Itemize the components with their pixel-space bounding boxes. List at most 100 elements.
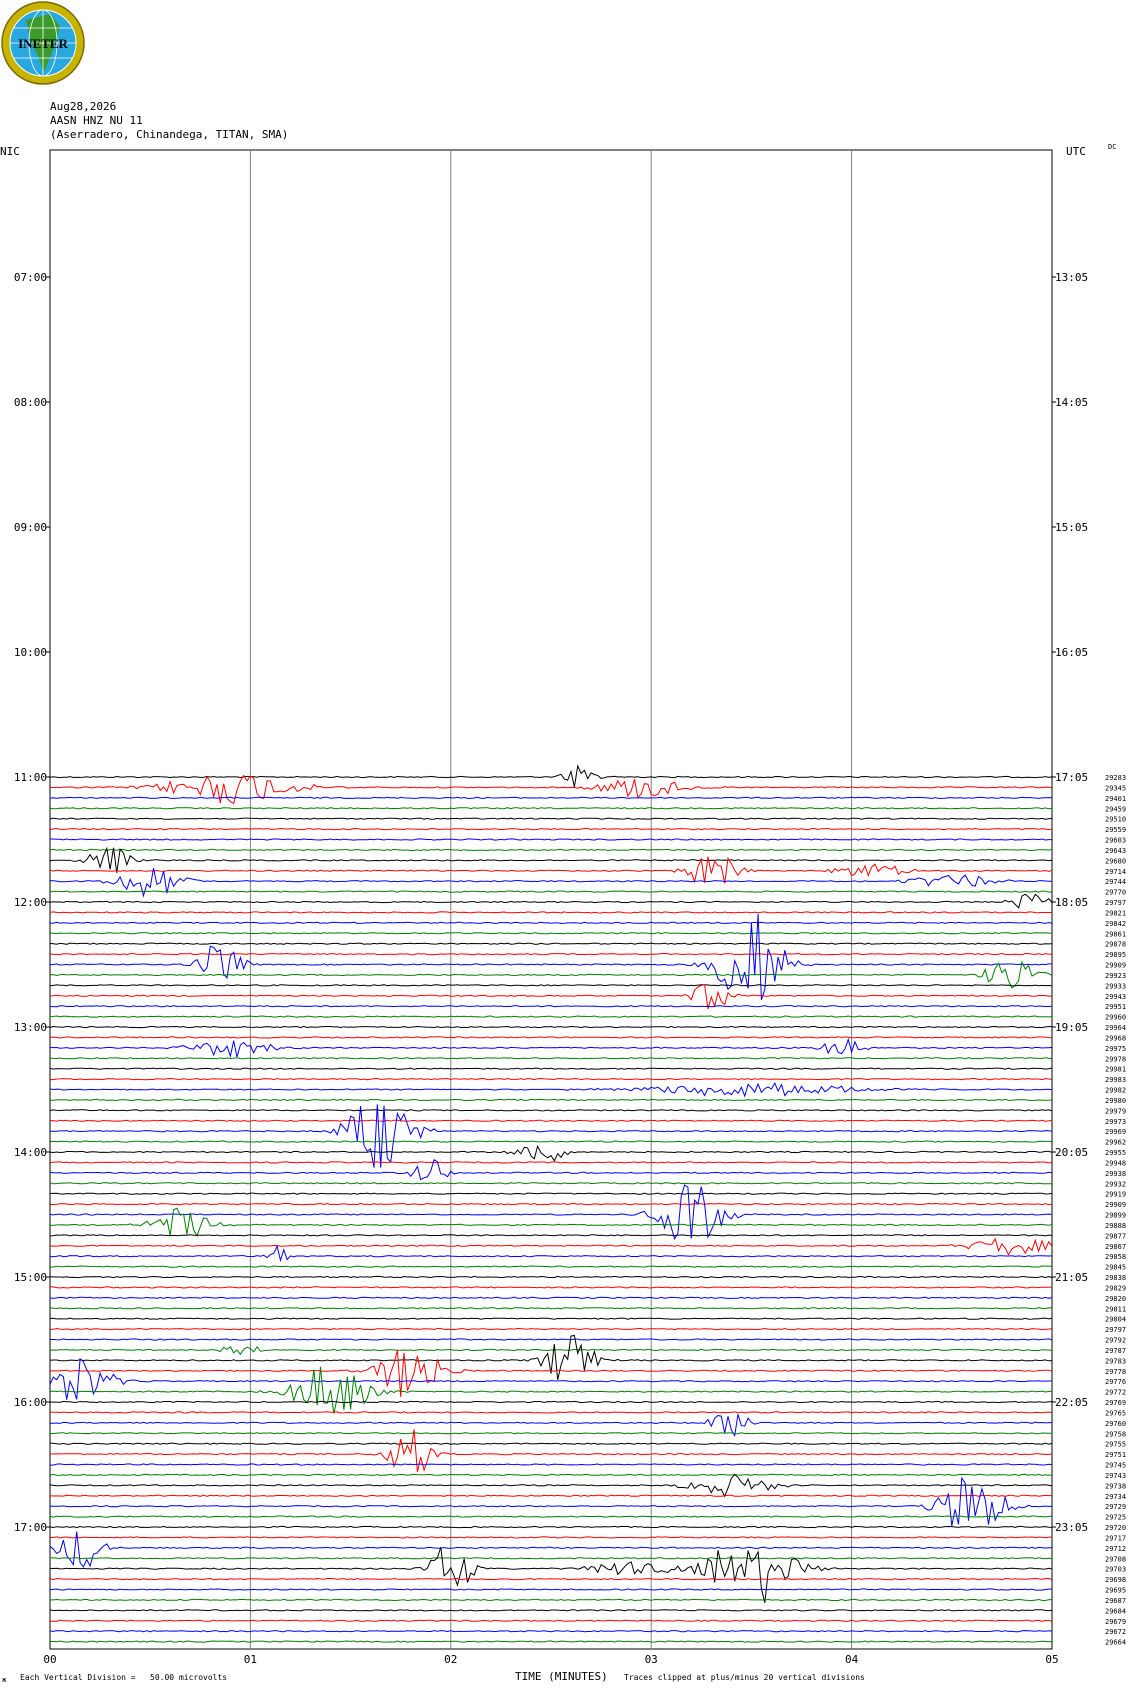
trace-count-label: 29695 (1105, 1587, 1126, 1595)
seismic-trace (49, 1207, 1053, 1237)
grid-layer (49, 149, 1053, 1650)
trace-count-label: 29776 (1105, 1378, 1126, 1386)
seismic-trace (50, 1338, 1053, 1341)
seismic-trace (49, 1067, 1053, 1070)
trace-count-label: 29981 (1105, 1066, 1126, 1074)
utc-hour-label: 16:05 (1055, 646, 1088, 659)
seismic-trace (49, 774, 1053, 805)
seismic-trace (49, 1098, 1053, 1102)
trace-count-label: 29714 (1105, 868, 1126, 876)
trace-count-label: 29772 (1105, 1389, 1126, 1397)
seismic-trace (49, 1546, 1053, 1604)
seismic-trace (50, 1005, 1053, 1008)
trace-count-label: 29899 (1105, 1212, 1126, 1220)
seismic-trace (49, 1036, 1053, 1039)
utc-hour-label: 14:05 (1055, 396, 1088, 409)
nic-hour-label: 10:00 (14, 646, 47, 659)
seismic-trace (49, 764, 1053, 788)
seismic-trace (49, 1536, 1053, 1539)
trace-count-label: 29643 (1105, 847, 1126, 855)
trace-count-label: 29969 (1105, 1128, 1126, 1136)
trace-count-label: 29975 (1105, 1045, 1126, 1053)
trace-count-label: 29559 (1105, 826, 1126, 834)
trace-count-label: 29283 (1105, 774, 1126, 782)
trace-count-label: 29603 (1105, 837, 1126, 845)
seismic-trace (49, 848, 1053, 852)
trace-count-label: 29703 (1105, 1566, 1126, 1574)
x-tick-label: 01 (244, 1653, 257, 1666)
trace-count-label: 29962 (1105, 1139, 1126, 1147)
seismic-trace (49, 911, 1053, 914)
trace-count-label: 29755 (1105, 1441, 1126, 1449)
trace-count-label: 29943 (1105, 993, 1126, 1001)
seismic-trace (49, 1429, 1053, 1473)
utc-hour-label: 18:05 (1055, 896, 1088, 909)
nic-hour-label: 11:00 (14, 771, 47, 784)
seismic-trace (49, 1296, 1053, 1299)
trace-count-label: 29765 (1105, 1409, 1126, 1417)
trace-count-label: 29932 (1105, 1180, 1126, 1188)
nic-hour-label: 07:00 (14, 271, 47, 284)
seismic-trace (49, 1494, 1052, 1497)
seismic-trace (49, 1182, 1053, 1185)
seismic-trace (49, 1588, 1053, 1591)
seismic-trace (49, 807, 1053, 810)
trace-count-label: 29909 (1105, 962, 1126, 970)
trace-count-label: 29783 (1105, 1357, 1126, 1365)
corner-mark: ж (2, 1676, 7, 1684)
seismic-trace (49, 1411, 1053, 1414)
nic-hour-label: 12:00 (14, 896, 47, 909)
seismic-trace (49, 1577, 1053, 1581)
trace-count-label: 29770 (1105, 889, 1126, 897)
trace-count-label: 29769 (1105, 1399, 1126, 1407)
trace-count-label: 29858 (1105, 1253, 1126, 1261)
seismic-trace (49, 1640, 1052, 1643)
seismic-trace (49, 913, 1052, 1001)
trace-count-label: 29951 (1105, 1003, 1126, 1011)
trace-count-label: 29698 (1105, 1576, 1126, 1584)
trace-count-label: 29792 (1105, 1337, 1126, 1345)
x-axis-label: TIME (MINUTES) (515, 1670, 608, 1683)
seismic-trace (50, 1077, 1053, 1081)
trace-count-label: 29877 (1105, 1232, 1126, 1240)
trace-count-label: 29955 (1105, 1149, 1126, 1157)
trace-count-label: 29345 (1105, 784, 1126, 792)
nic-hour-label: 16:00 (14, 1396, 47, 1409)
seismic-trace (49, 1244, 1053, 1263)
trace-count-label: 29664 (1105, 1639, 1126, 1647)
trace-count-label: 29842 (1105, 920, 1126, 928)
trace-count-label: 29964 (1105, 1024, 1126, 1032)
trace-count-label: 29888 (1105, 1222, 1126, 1230)
trace-count-label: 29861 (1105, 930, 1126, 938)
seismic-trace (49, 1057, 1053, 1060)
seismic-trace (49, 1275, 1053, 1279)
trace-count-label: 29751 (1105, 1451, 1126, 1459)
seismic-trace (50, 1286, 1053, 1289)
utc-hour-label: 17:05 (1055, 771, 1088, 784)
trace-count-label: 29687 (1105, 1597, 1126, 1605)
seismic-trace (50, 1202, 1053, 1206)
trace-count-label: 29867 (1105, 1243, 1126, 1251)
trace-count-label: 29744 (1105, 878, 1126, 886)
seismic-trace (49, 932, 1052, 935)
seismic-trace (49, 1630, 1053, 1633)
trace-count-label: 29778 (1105, 1368, 1126, 1376)
utc-hour-label: 15:05 (1055, 521, 1088, 534)
trace-count-label: 29797 (1105, 1326, 1126, 1334)
seismic-trace (49, 1161, 1053, 1164)
seismic-trace (49, 1317, 1053, 1320)
seismic-trace (49, 1442, 1053, 1445)
seismic-trace (49, 1366, 1053, 1414)
plot-frame (49, 149, 1053, 1650)
seismic-trace (49, 1140, 1053, 1143)
seismic-trace (49, 1025, 1053, 1029)
seismic-trace (49, 846, 1053, 873)
trace-count-label: 29968 (1105, 1034, 1126, 1042)
utc-hour-label: 20:05 (1055, 1146, 1088, 1159)
seismic-trace (49, 1081, 1053, 1098)
seismic-trace (49, 1463, 1053, 1466)
seismic-trace (49, 921, 1053, 924)
seismic-trace (49, 1619, 1053, 1622)
trace-count-label: 29811 (1105, 1305, 1126, 1313)
trace-count-label: 29983 (1105, 1076, 1126, 1084)
